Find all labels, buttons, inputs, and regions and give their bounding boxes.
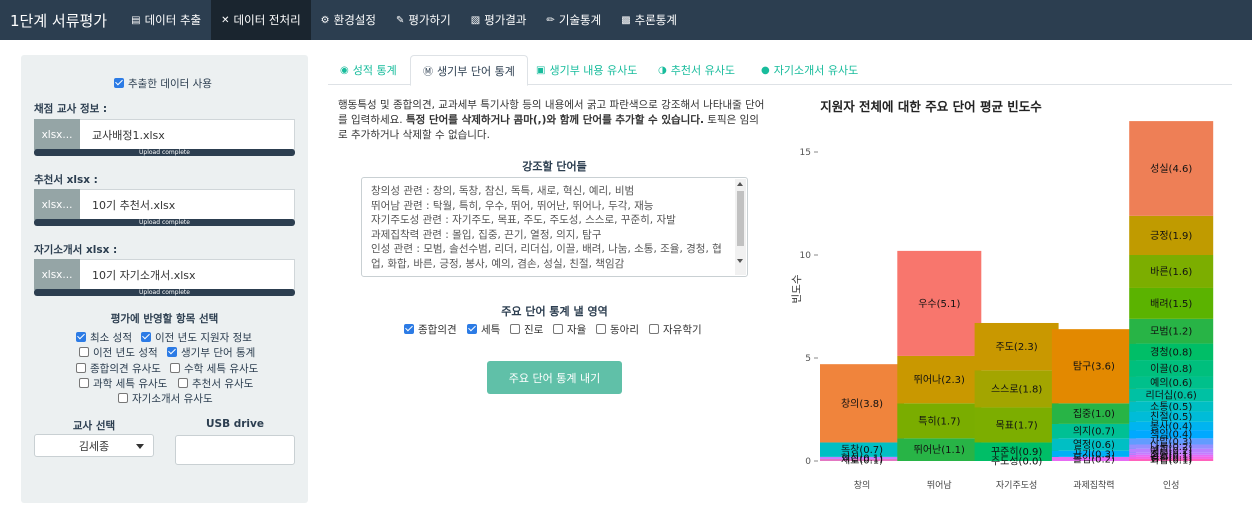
bar-segment-label: 의지(0.7) xyxy=(1073,426,1115,438)
bar-segment-label: 이끌(0.8) xyxy=(1150,363,1192,375)
x-tick-label: 뛰어남 xyxy=(927,480,952,491)
bar-segment-label: 뛰어나(2.3) xyxy=(914,374,965,386)
bar-segment-label: 창의(3.8) xyxy=(841,398,883,410)
bar-segment-label: 독창(0.7) xyxy=(841,444,883,456)
bar-segment-label: 뛰어난(1.1) xyxy=(914,444,965,456)
bar-segment-label: 꾸준히(0.9) xyxy=(991,446,1042,458)
bar-segment-label: 긍정(1.9) xyxy=(1150,230,1192,242)
x-tick-label: 자기주도성 xyxy=(996,480,1037,491)
bar-segment-label: 탐구(3.6) xyxy=(1073,361,1115,373)
bar-segment-label: 스스로(1.8) xyxy=(991,383,1042,395)
bar-segment-label: 리더십(0.6) xyxy=(1146,390,1197,402)
bar-segment-label: 소통(0.5) xyxy=(1150,401,1192,413)
x-tick-label: 과제집착력 xyxy=(1073,479,1114,491)
y-tick-label: 10 xyxy=(800,251,812,261)
bar-segment-label: 성실(4.6) xyxy=(1150,163,1192,175)
y-axis-label: 빈도수 xyxy=(791,274,803,303)
bar-segment-label: 주도(2.3) xyxy=(996,342,1038,353)
bar-segment-label: 예의(0.6) xyxy=(1150,377,1192,389)
bar-segment-label: 모범(1.2) xyxy=(1150,326,1192,338)
bar-segment-label: 목표(1.7) xyxy=(996,419,1038,431)
y-tick-label: 0 xyxy=(805,457,811,467)
x-tick-label: 인성 xyxy=(1163,480,1180,491)
y-tick-label: 15 xyxy=(800,148,811,158)
bar-segment-label: 열정(0.6) xyxy=(1073,439,1115,451)
chart-title: 지원자 전체에 대한 주요 단어 평균 빈도수 xyxy=(820,99,1042,114)
bar-segment-label: 바른(1.6) xyxy=(1150,266,1192,278)
bar-segment-label: 배려(1.5) xyxy=(1150,298,1192,310)
bar-segment-label: 집중(1.0) xyxy=(1073,408,1115,420)
bar-segment-label: 경청(0.8) xyxy=(1150,345,1192,358)
word-frequency-chart: 지원자 전체에 대한 주요 단어 평균 빈도수빈도수051015새로(0.1)혁… xyxy=(791,99,1214,491)
x-tick-label: 창의 xyxy=(854,480,871,491)
y-tick-label: 5 xyxy=(805,354,811,364)
bar-segment-label: 특히(1.7) xyxy=(918,415,960,427)
bar-segment-label: 우수(5.1) xyxy=(918,298,960,310)
